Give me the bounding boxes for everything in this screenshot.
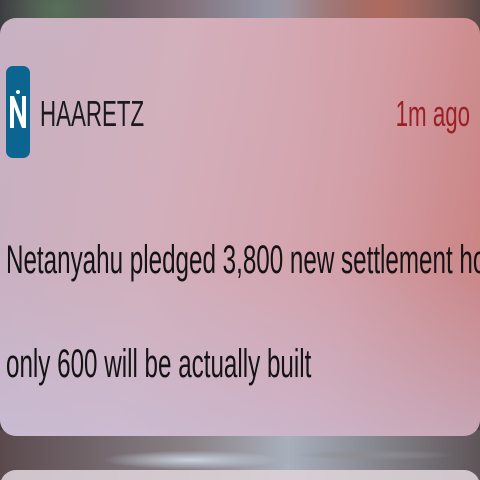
haaretz-logo-icon	[6, 66, 30, 158]
app-name: HAARETZ	[40, 93, 145, 134]
notification-header: HAARETZ 1m ago	[6, 66, 470, 158]
next-notification-card[interactable]	[0, 470, 480, 480]
notification-message: Netanyahu pledged 3,800 new settlement h…	[6, 208, 480, 416]
notification-card[interactable]: HAARETZ 1m ago Netanyahu pledged 3,800 n…	[0, 18, 480, 436]
message-line-1: Netanyahu pledged 3,800 new settlement h…	[6, 238, 480, 282]
message-line-2: only 600 will be actually built	[6, 342, 312, 386]
lock-screen: HAARETZ 1m ago Netanyahu pledged 3,800 n…	[0, 0, 480, 480]
notification-timestamp: 1m ago	[395, 93, 470, 134]
